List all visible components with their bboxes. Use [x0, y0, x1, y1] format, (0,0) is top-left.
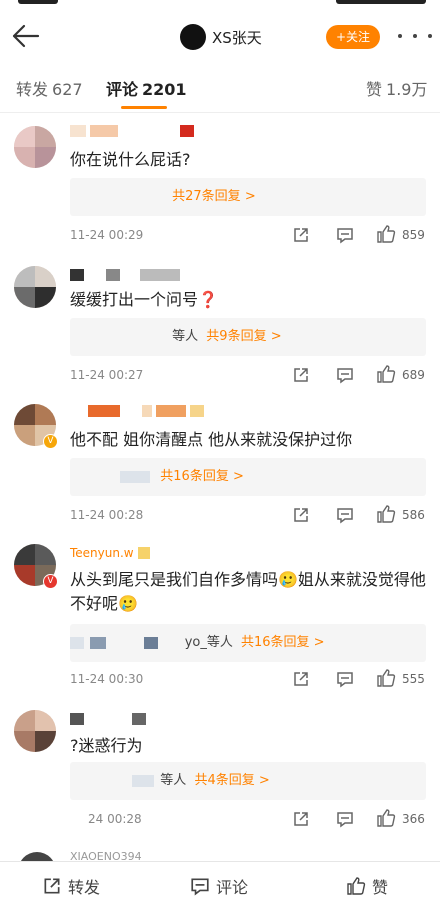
comment-meta: 11-24 00:29 859 [70, 224, 430, 246]
like-icon[interactable] [376, 364, 396, 384]
replies-more-link[interactable]: 共4条回复 > [194, 773, 269, 788]
nav-avatar [180, 24, 206, 50]
replies-box[interactable]: yo_等人 共16条回复 > [70, 624, 426, 662]
share-icon [44, 878, 60, 894]
like-count: 689 [402, 368, 425, 382]
like-count: 859 [402, 228, 425, 242]
comment-time: 11-24 00:29 [70, 228, 144, 242]
like-icon[interactable] [376, 504, 396, 524]
comment-meta: 11-24 00:27 689 [70, 364, 430, 386]
status-bar [0, 0, 440, 8]
comment-icon[interactable] [336, 670, 354, 688]
share-icon[interactable] [292, 670, 310, 688]
share-icon[interactable] [292, 810, 310, 828]
tab-likes-count: 1.9万 [386, 80, 428, 99]
like-icon[interactable] [376, 224, 396, 244]
like-count: 366 [402, 812, 425, 826]
replies-more-link[interactable]: 共9条回复 > [206, 329, 281, 344]
comment-meta: 11-24 00:30 555 [70, 668, 430, 690]
like-icon [347, 877, 366, 895]
verified-badge-icon: V [43, 434, 58, 449]
comment-icon[interactable] [336, 366, 354, 384]
replies-box[interactable]: 共27条回复 > [70, 178, 426, 216]
like-icon[interactable] [376, 668, 396, 688]
comment-meta: 24 00:28 366 [70, 808, 430, 830]
like-button[interactable]: 赞 [346, 874, 388, 898]
avatar[interactable] [14, 266, 56, 308]
username-redacted[interactable] [70, 268, 180, 282]
comment-time: 24 00:28 [88, 812, 142, 826]
tab-repost-label: 转发 [16, 80, 49, 99]
comment-icon [191, 878, 209, 896]
replies-more-link[interactable]: 共16条回复 > [241, 635, 325, 650]
username-redacted[interactable] [70, 404, 204, 418]
tab-comments[interactable]: 评论 2201 [106, 76, 187, 100]
comment-button[interactable]: 评论 [190, 874, 248, 898]
tab-comments-count: 2201 [142, 80, 187, 99]
next-comment-peek: XIAOENO394 [14, 846, 440, 862]
username-redacted[interactable] [70, 124, 194, 138]
status-time [18, 0, 58, 4]
avatar[interactable] [14, 126, 56, 168]
replies-more-link[interactable]: 共16条回复 > [160, 469, 244, 484]
back-button[interactable] [10, 22, 40, 50]
nav-title: XS张天 [212, 28, 262, 47]
comment-icon[interactable] [336, 226, 354, 244]
status-icons [336, 0, 426, 4]
comment-icon[interactable] [336, 506, 354, 524]
follow-button[interactable]: +关注 [326, 25, 380, 49]
dot-icon [413, 34, 417, 38]
comment-icon[interactable] [336, 810, 354, 828]
tab-active-indicator [121, 106, 167, 109]
replies-who: 等人 [160, 773, 187, 788]
nav-user[interactable]: XS张天 [180, 24, 262, 50]
bottom-action-bar: 转发 评论 赞 [0, 861, 440, 908]
replies-box[interactable]: 等人 共9条回复 > [70, 318, 426, 356]
comment-meta: 11-24 00:28 586 [70, 504, 430, 526]
tab-repost[interactable]: 转发 627 [16, 76, 83, 100]
top-nav: XS张天 +关注 [0, 10, 440, 62]
repost-label: 转发 [68, 878, 101, 897]
comment-text: 他不配 姐你清醒点 他从来就没保护过你 [70, 430, 353, 449]
tab-likes[interactable]: 赞 1.9万 [366, 76, 427, 100]
comment-text: 你在说什么屁话? [70, 150, 191, 169]
like-count: 586 [402, 508, 425, 522]
comment-text: 缓缓打出一个问号❓ [70, 290, 218, 309]
dot-icon [428, 34, 432, 38]
username[interactable]: Teenyun.w [70, 546, 150, 560]
replies-who: yo_等人 [184, 635, 233, 650]
repost-button[interactable]: 转发 [42, 874, 100, 898]
comment-time: 11-24 00:28 [70, 508, 144, 522]
tab-likes-label: 赞 [366, 80, 383, 99]
like-count: 555 [402, 672, 425, 686]
like-icon[interactable] [376, 808, 396, 828]
replies-who: 等人 [172, 329, 199, 344]
back-arrow-icon [12, 24, 40, 48]
share-icon[interactable] [292, 506, 310, 524]
username-redacted[interactable] [70, 712, 146, 726]
verified-badge-icon: V [43, 574, 58, 589]
tab-comments-label: 评论 [106, 80, 139, 99]
comment-text: 从头到尾只是我们自作多情吗🥲姐从来就没觉得他不好呢🥲 [70, 570, 426, 613]
comment-label: 评论 [216, 878, 249, 897]
avatar[interactable] [14, 710, 56, 752]
share-icon[interactable] [292, 366, 310, 384]
like-label: 赞 [372, 878, 389, 897]
share-icon[interactable] [292, 226, 310, 244]
replies-box[interactable]: 等人 共4条回复 > [70, 762, 426, 800]
tab-repost-count: 627 [52, 80, 83, 99]
tab-bar: 转发 627 评论 2201 赞 1.9万 [0, 64, 440, 113]
comment-text: ?迷惑行为 [70, 736, 143, 755]
comment-time: 11-24 00:30 [70, 672, 144, 686]
replies-box[interactable]: 共16条回复 > [70, 458, 426, 496]
comment-time: 11-24 00:27 [70, 368, 144, 382]
more-button[interactable] [398, 22, 432, 50]
username-fragment: Teenyun.w [70, 546, 134, 560]
dot-icon [398, 34, 402, 38]
replies-more-link[interactable]: 共27条回复 > [172, 189, 256, 204]
